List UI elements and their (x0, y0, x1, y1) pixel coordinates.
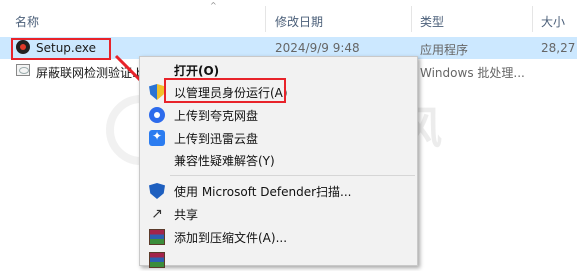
menu-item-label: 使用 Microsoft Defender扫描... (174, 185, 352, 199)
highlight-box-setup (11, 38, 111, 60)
column-modified[interactable]: 修改日期 (275, 13, 323, 30)
menu-item-label: 上传到迅雷云盘 (174, 132, 259, 146)
winrar-icon (149, 252, 165, 268)
share-icon: ↗ (151, 206, 163, 222)
column-type[interactable]: 类型 (420, 13, 444, 30)
column-divider[interactable] (532, 6, 533, 32)
quark-icon (149, 107, 165, 123)
menu-item-compat-troubleshoot[interactable]: 兼容性疑难解答(Y) (140, 149, 417, 171)
column-name[interactable]: 名称 (15, 13, 39, 30)
sort-indicator-icon: ^ (210, 1, 217, 10)
column-size[interactable]: 大小 (541, 13, 565, 30)
menu-separator (170, 175, 415, 176)
xunlei-icon (149, 129, 165, 146)
menu-item-partial[interactable] (140, 249, 417, 271)
menu-item-label: 兼容性疑难解答(Y) (174, 154, 275, 168)
column-divider[interactable] (265, 6, 266, 32)
defender-icon (149, 183, 165, 199)
winrar-icon (149, 229, 165, 245)
menu-item-label: 上传到夸克网盘 (174, 109, 259, 123)
file-type: 应用程序 (420, 43, 469, 57)
menu-item-share[interactable]: ↗ 共享 (140, 203, 417, 225)
menu-item-label: 打开(O) (174, 64, 220, 78)
menu-item-add-to-archive[interactable]: 添加到压缩文件(A)... (140, 226, 417, 248)
column-header: ^ 名称 修改日期 类型 大小 (0, 0, 577, 38)
menu-item-upload-xunlei[interactable]: 上传到迅雷云盘 (140, 127, 417, 149)
menu-item-upload-quark[interactable]: 上传到夸克网盘 (140, 104, 417, 126)
menu-item-label: 添加到压缩文件(A)... (174, 231, 288, 245)
column-divider[interactable] (411, 6, 412, 32)
file-type: Windows 批处理... (420, 66, 525, 80)
uac-shield-icon (149, 84, 165, 100)
batch-file-icon (16, 64, 30, 76)
file-modified: 2024/9/9 9:48 (275, 41, 360, 55)
file-size: 28,27 (541, 41, 576, 55)
highlight-box-run-as-admin (164, 78, 286, 103)
menu-item-defender-scan[interactable]: 使用 Microsoft Defender扫描... (140, 180, 417, 202)
menu-item-label: 共享 (174, 208, 199, 222)
